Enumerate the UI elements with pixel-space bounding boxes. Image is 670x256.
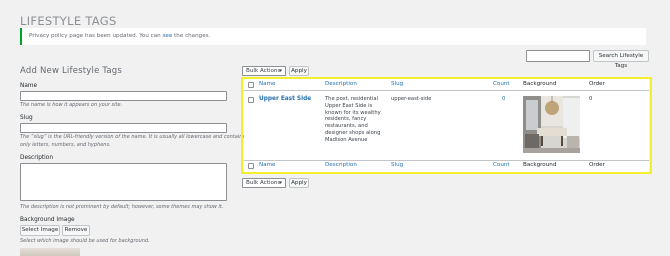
row-description-line: Upper East Side is (325, 102, 373, 109)
chevron-down-icon: ▾ (279, 68, 282, 74)
row-description-line: Madison Avenue (325, 136, 368, 143)
apply-button-top[interactable]: Apply (289, 66, 309, 76)
select-image-button[interactable]: Select Image (20, 225, 60, 236)
description-label: Description (20, 155, 54, 161)
update-notice: Privacy policy page has been updated. Yo… (20, 28, 646, 45)
column-name[interactable]: Name (259, 81, 276, 87)
row-description-line: designer shops along (325, 129, 381, 136)
chevron-down-icon: ▾ (279, 180, 282, 186)
slug-help-line2: only letters, numbers, and hyphens. (20, 142, 111, 148)
column-background: Background (523, 81, 557, 87)
row-description: The post, residential Upper East Side is… (325, 96, 390, 144)
row-description-line: known for its wealthy (325, 109, 381, 116)
row-order: 0 (589, 96, 593, 102)
column-slug-footer[interactable]: Slug (391, 162, 403, 168)
column-slug[interactable]: Slug (391, 81, 403, 87)
row-description-line: restaurants, and (325, 123, 368, 130)
column-count[interactable]: Count (493, 81, 510, 87)
background-help: Select which image should be used for ba… (20, 238, 150, 244)
notice-text: Privacy policy page has been updated. Yo… (29, 33, 163, 39)
select-all-checkbox-bottom[interactable] (248, 163, 254, 169)
bulk-actions-select-bottom[interactable]: Bulk Actions ▾ (242, 178, 286, 188)
name-field[interactable] (20, 91, 227, 101)
row-name-link[interactable]: Upper East Side (259, 96, 311, 102)
notice-text-end: the changes. (172, 33, 211, 39)
bulk-actions-value: Bulk Actions (246, 68, 281, 74)
slug-field[interactable] (20, 123, 227, 133)
column-description-footer[interactable]: Description (325, 162, 357, 168)
bulk-actions-select-top[interactable]: Bulk Actions ▾ (242, 66, 286, 76)
bulk-actions-value: Bulk Actions (246, 180, 281, 186)
column-background-footer: Background (523, 162, 557, 168)
form-heading: Add New Lifestyle Tags (20, 66, 123, 76)
background-image-label: Background Image (20, 217, 75, 223)
row-description-line: The post, residential (325, 96, 379, 102)
column-name-footer[interactable]: Name (259, 162, 276, 168)
apply-button-bottom[interactable]: Apply (289, 178, 309, 188)
row-checkbox[interactable] (248, 97, 254, 103)
search-button[interactable]: Search Lifestyle Tags (593, 50, 649, 69)
name-help: The name is how it appears on your site. (20, 102, 123, 108)
column-description[interactable]: Description (325, 81, 357, 87)
row-description-line: residents, fancy (325, 116, 367, 123)
column-order-footer: Order (589, 162, 605, 168)
slug-label: Slug (20, 115, 33, 121)
name-label: Name (20, 83, 38, 89)
header-divider (244, 90, 649, 91)
column-order: Order (589, 81, 605, 87)
page-title: LIFESTYLE TAGS (20, 14, 117, 28)
description-help: The description is not prominent by defa… (20, 204, 224, 210)
search-input[interactable] (526, 50, 590, 62)
remove-button[interactable]: Remove (62, 225, 90, 236)
row-background-image (523, 96, 580, 153)
description-textarea[interactable] (20, 163, 227, 201)
slug-help-line1: The “slug” is the URL-friendly version o… (20, 134, 246, 140)
row-slug: upper-east-side (391, 96, 432, 102)
footer-divider (244, 160, 649, 161)
notice-link[interactable]: see (163, 33, 173, 39)
row-count[interactable]: 0 (502, 96, 505, 103)
select-all-checkbox[interactable] (248, 82, 254, 88)
background-preview-image (20, 248, 80, 256)
column-count-footer[interactable]: Count (493, 162, 510, 168)
